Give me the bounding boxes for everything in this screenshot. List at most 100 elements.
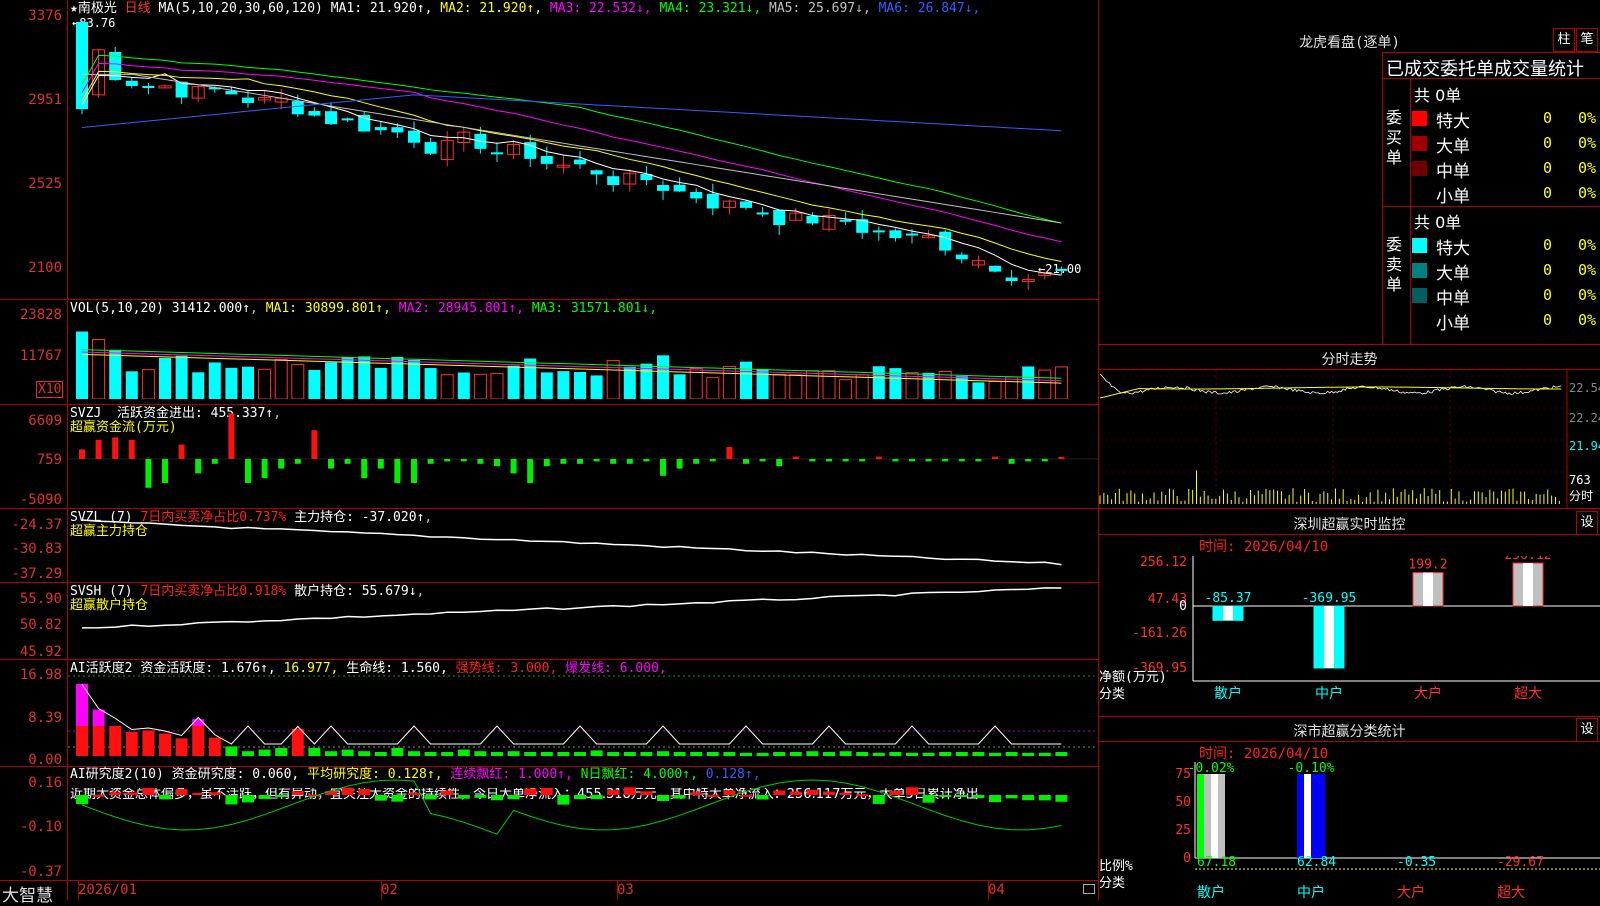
candle-down xyxy=(225,90,238,95)
volume-bar xyxy=(706,377,720,399)
star-icon[interactable]: ★ xyxy=(70,1,78,16)
candle-down xyxy=(1005,277,1018,282)
brand-logo[interactable]: 大智慧 xyxy=(2,881,53,906)
fund-flow-bar xyxy=(975,459,982,462)
volume-bar xyxy=(988,381,1002,399)
research-bar xyxy=(889,790,902,795)
research-bar xyxy=(474,795,487,798)
volume-bar xyxy=(872,366,885,399)
fund-flow-bar xyxy=(228,413,235,459)
szc-bar-segment xyxy=(1318,774,1325,858)
szc-bar xyxy=(1197,774,1225,858)
active-bar xyxy=(92,709,105,726)
active-bar xyxy=(939,752,952,756)
candle-down xyxy=(889,230,902,239)
candle-down xyxy=(242,97,254,103)
szc-bar-segment xyxy=(1204,774,1211,858)
active-bar xyxy=(175,738,188,756)
research-bar xyxy=(922,795,935,803)
active-bar xyxy=(408,751,420,756)
volume-bar xyxy=(141,369,155,399)
fund-flow-bar xyxy=(328,459,334,469)
intraday-chart[interactable]: 22.54 22.24 21.94 763 分时 xyxy=(1099,370,1600,508)
svzl-chart[interactable] xyxy=(68,509,1098,582)
ma-item: MA2: 21.920↑, xyxy=(440,1,550,16)
research-bar xyxy=(291,791,304,795)
sz-axis-label: 0 xyxy=(1179,599,1187,614)
svsh-chart[interactable] xyxy=(68,583,1098,659)
volume-bar xyxy=(125,371,138,399)
ma-line xyxy=(81,70,1062,263)
sz-ylabel: 净额(万元) xyxy=(1099,670,1167,685)
fund-flow-bar xyxy=(909,459,915,462)
order-row-label: 特大 xyxy=(1436,112,1470,132)
szc-bar-segment xyxy=(1297,774,1304,858)
order-row-value: 0 xyxy=(1543,134,1553,152)
volume-bar xyxy=(889,368,902,399)
price-axis-label: 2951 xyxy=(28,92,62,108)
active-bar xyxy=(706,752,719,756)
sz-class-chart[interactable]: 7550250-0.02% -0.10%67.18 62.84 -0.35 -29.67… xyxy=(1099,762,1600,900)
research-bar xyxy=(1038,795,1051,801)
svzj-chart[interactable] xyxy=(68,405,1098,508)
sz-class-settings-button[interactable]: 设 xyxy=(1576,718,1598,742)
lock-icon[interactable] xyxy=(1083,884,1095,894)
tick-mode-button[interactable]: 笔 xyxy=(1576,28,1598,52)
bar-mode-button[interactable]: 柱 xyxy=(1553,28,1575,52)
svzj-axis-label: 759 xyxy=(36,452,62,468)
sz-bar xyxy=(1412,572,1444,607)
volume-bar xyxy=(242,366,254,399)
szc-bottom-label: -29.67 xyxy=(1497,855,1544,870)
active-bar xyxy=(159,733,171,756)
fund-flow-bar xyxy=(1025,459,1032,462)
svsh-axis-label: 55.90 xyxy=(19,591,62,607)
active-bar xyxy=(657,751,669,756)
active-bar xyxy=(1022,752,1035,756)
fund-flow-bar xyxy=(145,459,152,488)
fund-flow-bar xyxy=(543,459,550,467)
ma-label: MA(5,10,20,30,60,120) xyxy=(158,1,323,16)
fund-flow-bar xyxy=(875,456,882,459)
active-bar xyxy=(540,752,553,756)
active-bar xyxy=(1005,752,1018,756)
fund-flow-bar xyxy=(759,459,766,462)
candle-down xyxy=(408,130,420,143)
research-bar xyxy=(391,795,404,802)
price-chart[interactable] xyxy=(68,18,1098,299)
fund-flow-bar xyxy=(726,447,733,459)
research-bar xyxy=(142,787,155,795)
sz-axis-label: -161.26 xyxy=(1132,626,1187,641)
candle-down xyxy=(391,127,404,133)
ai-research-chart[interactable] xyxy=(68,767,1098,880)
candle-down xyxy=(76,22,88,110)
vol-value: 31412.000↑ xyxy=(171,301,251,316)
active-bar xyxy=(690,752,703,756)
volume-bar xyxy=(473,373,487,399)
sz-monitor-chart[interactable]: 256.1247.430-161.26-369.95-85.37 -369.951… xyxy=(1099,556,1600,716)
ma-item: MA3: 22.532↓, xyxy=(549,1,660,16)
volume-bar xyxy=(839,379,853,399)
research-bar xyxy=(773,790,786,795)
volume-bar xyxy=(938,370,952,399)
volume-chart[interactable] xyxy=(68,318,1098,399)
active-bar xyxy=(955,752,968,756)
fund-flow-bar xyxy=(1041,459,1048,462)
sz-monitor-settings-button[interactable]: 设 xyxy=(1576,511,1598,535)
fund-flow-bar xyxy=(411,459,417,483)
sz-bar-label: -85.37 xyxy=(1205,591,1252,606)
sz-bar-highlight xyxy=(1423,572,1433,606)
holding-line xyxy=(81,519,1062,566)
fund-flow-bar xyxy=(660,459,666,476)
active-bar xyxy=(441,752,454,756)
volume-bar xyxy=(740,361,752,399)
ai-active-chart[interactable] xyxy=(68,660,1098,766)
active-bar xyxy=(557,752,570,756)
date-label: 04 xyxy=(988,882,1005,898)
order-color-swatch xyxy=(1412,136,1427,151)
volume-bar xyxy=(76,331,88,399)
period-label[interactable]: 日线 xyxy=(125,1,151,16)
active-bar xyxy=(590,750,603,756)
fund-flow-bar xyxy=(859,459,866,462)
svzl-axis-label: -24.37 xyxy=(11,517,62,533)
candle-down xyxy=(906,233,918,236)
